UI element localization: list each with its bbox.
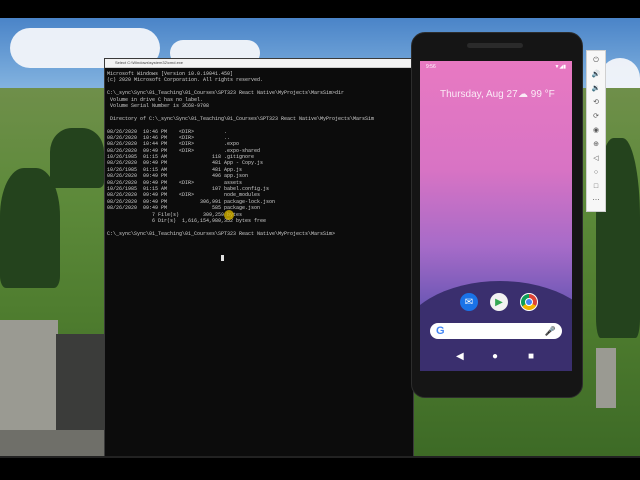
rotate-right-icon[interactable]: ⟳ [587,111,605,123]
building [0,320,58,430]
back-icon[interactable]: ◁ [587,153,605,165]
building [596,348,616,408]
app-dock: ✉ ▶ [460,293,540,313]
play-store-app-icon[interactable]: ▶ [490,293,508,311]
home-date[interactable]: Thursday, Aug 27 [440,89,518,100]
phone-speaker [467,43,523,48]
overview-icon[interactable]: □ [587,181,605,193]
terminal-output[interactable]: Microsoft Windows [Version 10.0.19041.45… [105,68,413,240]
emulator-toolbar: ⏻ 🔊 🔉 ⟲ ⟳ ◉ ⊕ ◁ ○ □ ⋯ [586,50,606,212]
android-emulator: 9:56 ▼◢▮ Thursday, Aug 27 ☁ 99 °F ✉ ▶ G … [411,32,583,398]
command-prompt-window[interactable]: Select C:\Windows\system32\cmd.exe Micro… [104,58,414,458]
zoom-icon[interactable]: ⊕ [587,139,605,151]
back-nav-button[interactable]: ◀ [456,352,464,362]
phone-home-screen[interactable]: 9:56 ▼◢▮ Thursday, Aug 27 ☁ 99 °F ✉ ▶ G … [420,61,572,371]
terminal-line: C:\_sync\Sync\01_Teaching\01_Courses\SPT… [107,230,336,237]
terminal-title-bar[interactable]: Select C:\Windows\system32\cmd.exe [105,59,413,68]
desktop: Select C:\Windows\system32\cmd.exe Micro… [0,18,640,458]
nav-bar: ◀ ● ■ [420,343,572,371]
status-bar: 9:56 ▼◢▮ [424,63,568,72]
rotate-left-icon[interactable]: ⟲ [587,97,605,109]
home-nav-button[interactable]: ● [492,352,498,362]
building [56,334,104,430]
terminal-title: Select C:\Windows\system32\cmd.exe [115,60,184,65]
screen-bottom-edge [0,456,640,458]
home-icon[interactable]: ○ [587,167,605,179]
recents-nav-button[interactable]: ■ [528,352,534,362]
trees [50,128,104,188]
home-weather[interactable]: ☁ 99 °F [518,89,555,100]
more-icon[interactable]: ⋯ [587,195,605,207]
terminal-line: Directory of C:\_sync\Sync\01_Teaching\0… [107,115,375,122]
google-logo-icon: G [436,325,445,337]
messages-app-icon[interactable]: ✉ [460,293,478,311]
text-cursor [221,255,224,261]
google-search-bar[interactable]: G 🎤 [430,323,562,339]
power-icon[interactable]: ⏻ [587,55,605,67]
status-icons: ▼◢▮ [554,64,566,70]
volume-down-icon[interactable]: 🔉 [587,83,605,95]
mouse-cursor-highlight [224,210,234,220]
volume-up-icon[interactable]: 🔊 [587,69,605,81]
chrome-app-icon[interactable] [520,293,538,311]
building-base [0,430,104,456]
mic-icon[interactable]: 🎤 [545,326,556,337]
camera-icon[interactable]: ◉ [587,125,605,137]
status-time: 9:56 [426,64,436,70]
